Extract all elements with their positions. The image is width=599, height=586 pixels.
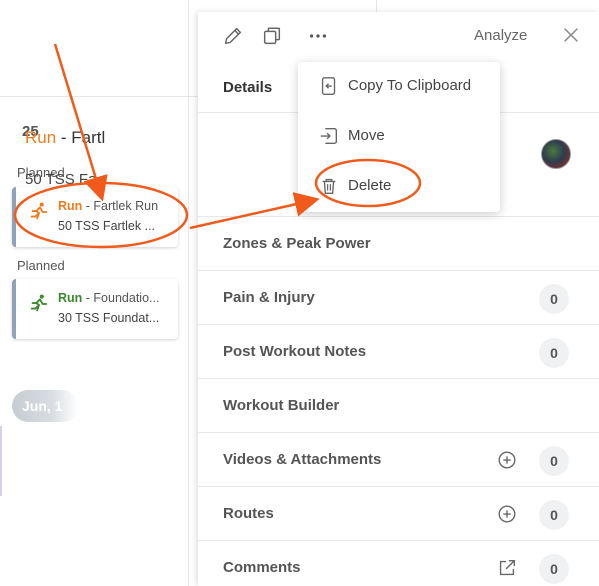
move-icon [320,127,338,145]
details-section-list: Zones & Peak Power Pain & Injury 0 Post … [198,216,599,586]
menu-item-copy-to-clipboard[interactable]: Copy To Clipboard [298,62,500,110]
workout-card-foundation[interactable]: Run - Foundatio... 30 TSS Foundat... [12,279,178,339]
section-label: Workout Builder [223,397,340,414]
section-comments[interactable]: Comments 0 [198,540,599,586]
section-label: Videos & Attachments [223,451,382,468]
calendar-edge-marker [0,426,2,496]
section-count-badge: 0 [539,554,569,584]
menu-item-label: Delete [348,177,392,194]
workout-sport-label: Run [58,291,83,305]
workout-title: Run - Fartl [25,128,105,148]
external-link-icon[interactable] [496,557,518,579]
workout-tss-text: 50 TSS Fartlek ... [58,219,156,233]
menu-item-label: Copy To Clipboard [348,77,472,94]
running-icon [30,202,48,220]
more-horizontal-icon[interactable] [307,25,329,47]
section-videos-attachments[interactable]: Videos & Attachments 0 [198,432,599,486]
menu-item-label: Move [348,127,385,144]
section-zones-peak-power[interactable]: Zones & Peak Power [198,216,599,270]
workout-sport-label: Run [25,128,57,147]
menu-item-move[interactable]: Move [298,112,500,160]
section-count-badge: 0 [539,338,569,368]
planned-label: Planned [17,258,65,273]
running-icon [30,294,48,312]
section-count-badge: 0 [539,446,569,476]
close-icon[interactable] [560,24,582,46]
plus-circle-icon[interactable] [496,503,518,525]
week-pill[interactable]: Jun, 1 [12,390,78,422]
section-label: Zones & Peak Power [223,235,371,252]
analyze-button[interactable]: Analyze [474,27,527,44]
panel-toolbar: Analyze [198,12,599,60]
section-count-badge: 0 [539,500,569,530]
section-workout-builder[interactable]: Workout Builder [198,378,599,432]
calendar-column-divider [376,0,377,12]
section-routes[interactable]: Routes 0 [198,486,599,540]
section-post-workout-notes[interactable]: Post Workout Notes 0 [198,324,599,378]
workout-card-title: Run - Foundatio... [58,291,176,305]
trash-icon [322,178,336,195]
section-pain-injury[interactable]: Pain & Injury 0 [198,270,599,324]
workout-tss-summary: 50 TSS Fa [25,171,97,188]
more-actions-menu: Copy To Clipboard Move Delete [298,62,500,212]
section-label: Comments [223,559,301,576]
avatar[interactable] [541,139,571,169]
workout-card-fartlek[interactable]: Run - Fartlek Run 50 TSS Fartlek ... [12,187,178,247]
copy-icon[interactable] [261,25,283,47]
workout-sport-label: Run [58,199,83,213]
pencil-icon[interactable] [222,25,244,47]
calendar-column-divider [188,0,189,586]
section-label: Pain & Injury [223,289,315,306]
workout-title-suffix: - Fartl [56,128,106,147]
clipboard-arrow-icon [321,77,336,95]
section-label: Routes [223,505,274,522]
section-label: Post Workout Notes [223,343,367,360]
menu-item-delete[interactable]: Delete [298,162,500,210]
workout-title-text: - Fartlek Run [82,199,159,213]
workout-title-text: - Foundatio... [82,291,160,305]
workout-card-title: Run - Fartlek Run [58,199,176,213]
tab-details[interactable]: Details [223,79,272,96]
section-count-badge: 0 [539,284,569,314]
workout-tss-text: 30 TSS Foundat... [58,311,160,325]
calendar-row-divider [0,96,198,97]
plus-circle-icon[interactable] [496,449,518,471]
